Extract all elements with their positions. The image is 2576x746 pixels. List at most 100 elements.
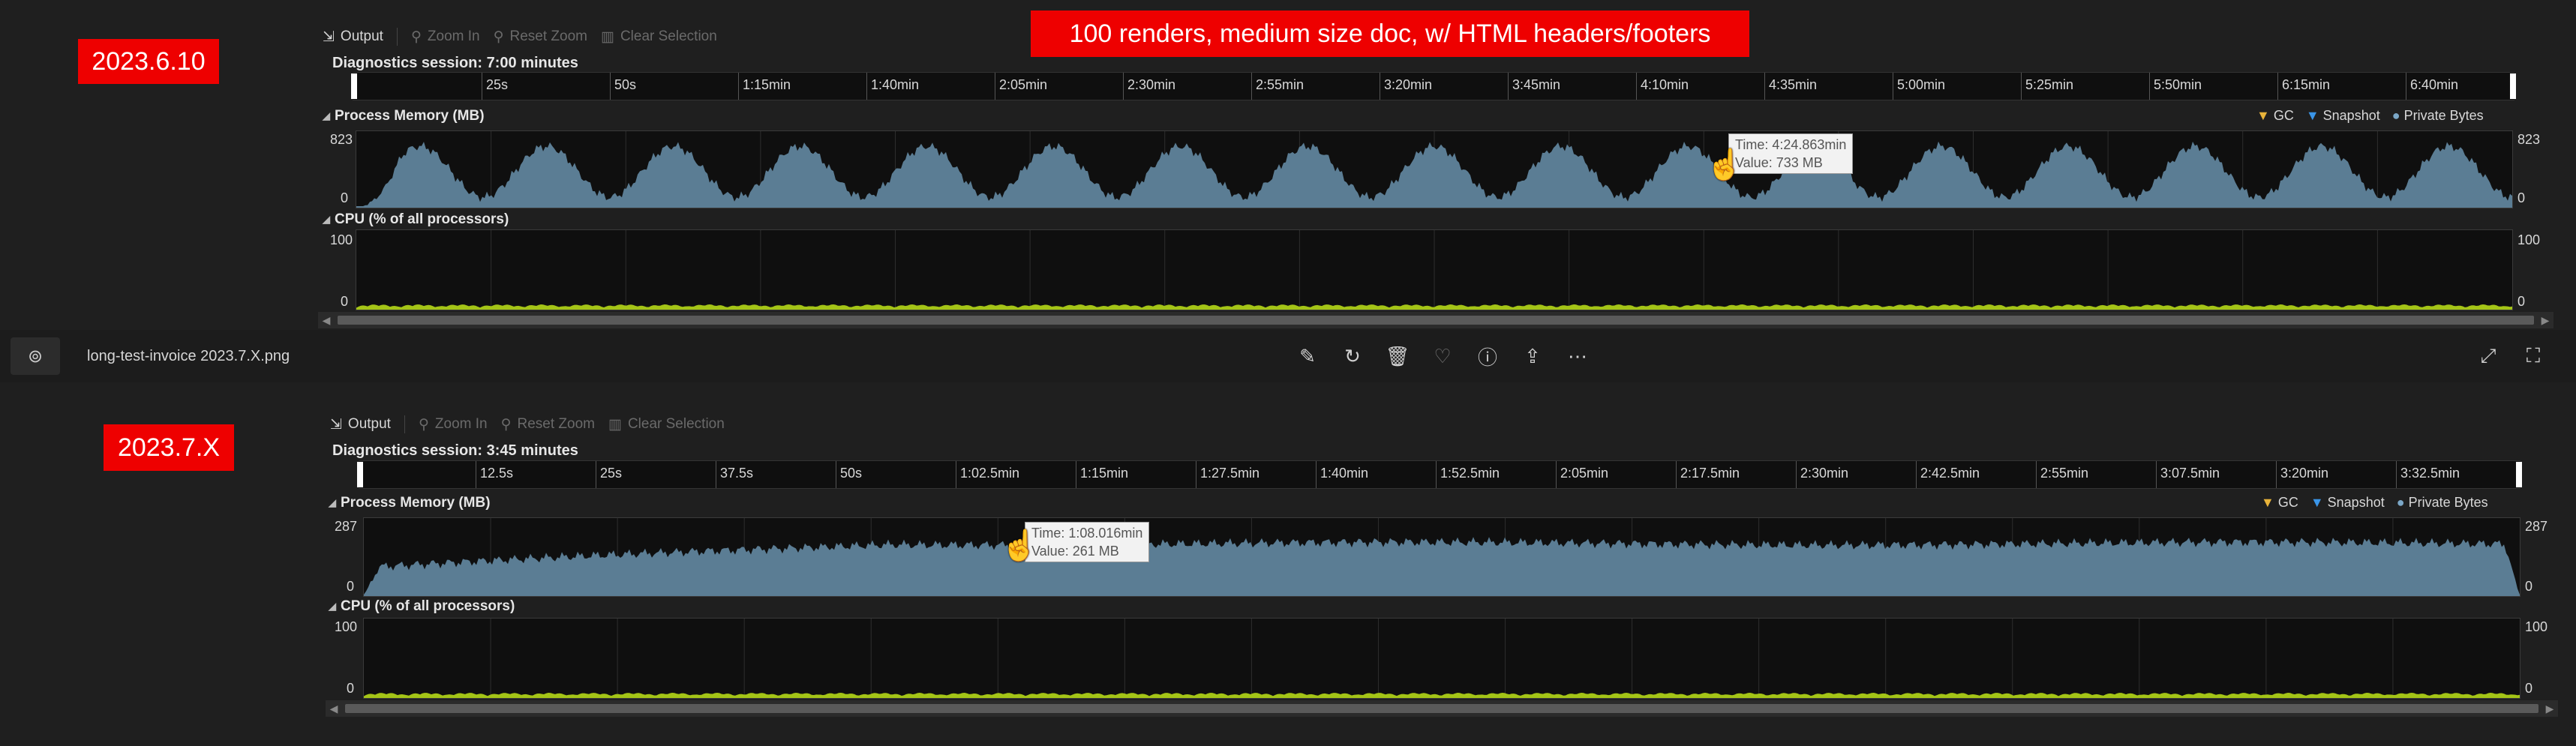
ruler-tick-label: 1:02.5min: [960, 466, 1020, 481]
legend-gc: ▼ GC: [2261, 495, 2298, 510]
cpu-area: [364, 693, 2520, 698]
ruler-tick-label: 3:07.5min: [2160, 466, 2220, 481]
cpu-chart-top[interactable]: [356, 229, 2513, 310]
horizontal-scrollbar-bottom[interactable]: ◀ ▶: [326, 700, 2558, 717]
delete-icon[interactable]: 🗑: [1385, 343, 1410, 369]
ruler-tick: [2036, 461, 2037, 488]
reset-zoom-button[interactable]: ⚲ Reset Zoom: [501, 416, 595, 433]
private-bytes-icon: ●: [2396, 495, 2405, 510]
ruler-tick-label: 3:32.5min: [2400, 466, 2460, 481]
clear-selection-icon: ▥: [601, 28, 614, 45]
scroll-left-icon[interactable]: ◀: [318, 312, 335, 328]
output-button[interactable]: ⇲ Output: [330, 416, 391, 433]
tooltip-value: Value: 733 MB: [1735, 155, 1823, 170]
ruler-tick-label: 50s: [840, 466, 863, 481]
ruler-tick: [1316, 461, 1317, 488]
zoom-in-button[interactable]: ⚲ Zoom In: [411, 28, 480, 46]
ruler-tick-label: 3:20min: [1384, 77, 1433, 92]
ruler-tick: [1508, 73, 1509, 100]
tooltip-value: Value: 261 MB: [1031, 544, 1119, 559]
ruler-handle-right[interactable]: [2516, 462, 2522, 487]
legend-snapshot: ▼ Snapshot: [2310, 495, 2385, 510]
memory-min-right: 0: [2517, 190, 2526, 205]
ruler-tick-label: 5:50min: [2154, 77, 2202, 92]
hand-cursor-icon: ☝: [1706, 148, 1743, 181]
memory-max-left: 287: [335, 519, 358, 534]
memory-min-left: 0: [341, 190, 349, 205]
ruler-tick-label: 4:35min: [1769, 77, 1818, 92]
ruler-tick-label: 2:55min: [1256, 77, 1305, 92]
cpu-max-right: 100: [2517, 232, 2541, 247]
cpu-chart-bottom[interactable]: [363, 618, 2520, 699]
cpu-min-left: 0: [347, 681, 355, 696]
memory-chart-top[interactable]: [356, 130, 2513, 208]
ruler-tick: [1676, 461, 1677, 488]
ruler-tick-label: 1:52.5min: [1440, 466, 1500, 481]
memory-section-header-bottom[interactable]: ◢ Process Memory (MB): [329, 495, 491, 511]
ruler-tick: [1764, 73, 1765, 100]
share-icon[interactable]: ⇪: [1520, 343, 1545, 369]
ruler-handle-left[interactable]: [357, 462, 363, 487]
ruler-handle-left[interactable]: [351, 73, 357, 99]
clear-selection-button[interactable]: ▥ Clear Selection: [608, 416, 725, 433]
scroll-left-icon[interactable]: ◀: [326, 700, 342, 717]
ruler-tick: [2021, 73, 2022, 100]
scroll-right-icon[interactable]: ▶: [2537, 312, 2553, 328]
ruler-tick-label: 12.5s: [480, 466, 514, 481]
memory-section-header-top[interactable]: ◢ Process Memory (MB): [323, 108, 485, 124]
ruler-tick-label: 1:15min: [743, 77, 791, 92]
cpu-max-left: 100: [330, 232, 353, 247]
session-duration-bottom: Diagnostics session: 3:45 minutes: [332, 442, 578, 459]
rotate-icon[interactable]: ↻: [1340, 343, 1365, 369]
collapse-triangle-icon: ◢: [329, 497, 336, 508]
ruler-tick: [610, 73, 611, 100]
ruler-tick-label: 25s: [600, 466, 623, 481]
memory-tooltip-top: Time: 4:24.863min Value: 733 MB: [1728, 133, 1854, 174]
ruler-tick: [2276, 461, 2277, 488]
favorite-icon[interactable]: ♡: [1430, 343, 1455, 369]
file-name: long-test-invoice 2023.7.X.png: [87, 348, 290, 364]
horizontal-scrollbar-top[interactable]: ◀ ▶: [318, 312, 2553, 328]
info-icon[interactable]: ⓘ: [1475, 343, 1500, 369]
ruler-tick-label: 5:25min: [2025, 77, 2074, 92]
timeline-ruler-top[interactable]: 25s 50s 1:15min 1:40min 2:05min 2:30min 2:55mi…: [353, 72, 2514, 100]
gc-icon: ▼: [2261, 495, 2274, 510]
ruler-tick-label: 6:15min: [2282, 77, 2331, 92]
hand-cursor-icon: ☝: [1001, 529, 1038, 562]
fit-icon[interactable]: ⛶: [2520, 343, 2546, 369]
output-button[interactable]: ⇲ Output: [323, 28, 383, 46]
more-icon[interactable]: ⋯: [1565, 343, 1590, 369]
ruler-tick: [738, 73, 739, 100]
image-viewer-bar: ⊚ long-test-invoice 2023.7.X.png ✎ ↻ 🗑 ♡…: [0, 330, 2576, 382]
cpu-section-header-bottom[interactable]: ◢ CPU (% of all processors): [329, 598, 515, 615]
output-icon: ⇲: [323, 28, 335, 45]
scroll-thumb[interactable]: [345, 704, 2538, 713]
clear-selection-button[interactable]: ▥ Clear Selection: [601, 28, 717, 46]
memory-area: [364, 537, 2520, 596]
ruler-tick: [2149, 73, 2150, 100]
tooltip-time: Time: 1:08.016min: [1031, 526, 1143, 541]
image-thumbnail-icon[interactable]: ⊚: [11, 337, 60, 375]
ruler-handle-right[interactable]: [2510, 73, 2516, 99]
reset-zoom-button[interactable]: ⚲ Reset Zoom: [494, 28, 587, 46]
memory-tooltip-bottom: Time: 1:08.016min Value: 261 MB: [1025, 522, 1150, 562]
tooltip-time: Time: 4:24.863min: [1735, 137, 1847, 152]
cpu-min-right: 0: [2517, 294, 2526, 309]
ruler-tick-label: 1:40min: [871, 77, 920, 92]
legend-snapshot: ▼ Snapshot: [2305, 108, 2380, 123]
scroll-right-icon[interactable]: ▶: [2541, 700, 2558, 717]
cpu-max-left: 100: [335, 619, 358, 634]
expand-icon[interactable]: ⤢: [2475, 343, 2501, 369]
memory-chart-bottom[interactable]: [363, 517, 2520, 597]
scroll-thumb[interactable]: [338, 316, 2534, 325]
memory-legend-top: ▼ GC ▼ Snapshot ● Private Bytes: [2256, 108, 2484, 124]
edit-icon[interactable]: ✎: [1295, 343, 1320, 369]
memory-legend-bottom: ▼ GC ▼ Snapshot ● Private Bytes: [2261, 495, 2488, 511]
zoom-in-button[interactable]: ⚲ Zoom In: [419, 416, 488, 433]
divider: [396, 28, 398, 46]
memory-min-right: 0: [2525, 579, 2533, 594]
ruler-tick-label: 3:45min: [1512, 77, 1561, 92]
ruler-tick-label: 2:55min: [2040, 466, 2089, 481]
cpu-section-header-top[interactable]: ◢ CPU (% of all processors): [323, 211, 509, 228]
timeline-ruler-bottom[interactable]: 12.5s 25s 37.5s 50s 1:02.5min 1:15min 1:27.5mi…: [359, 460, 2520, 489]
